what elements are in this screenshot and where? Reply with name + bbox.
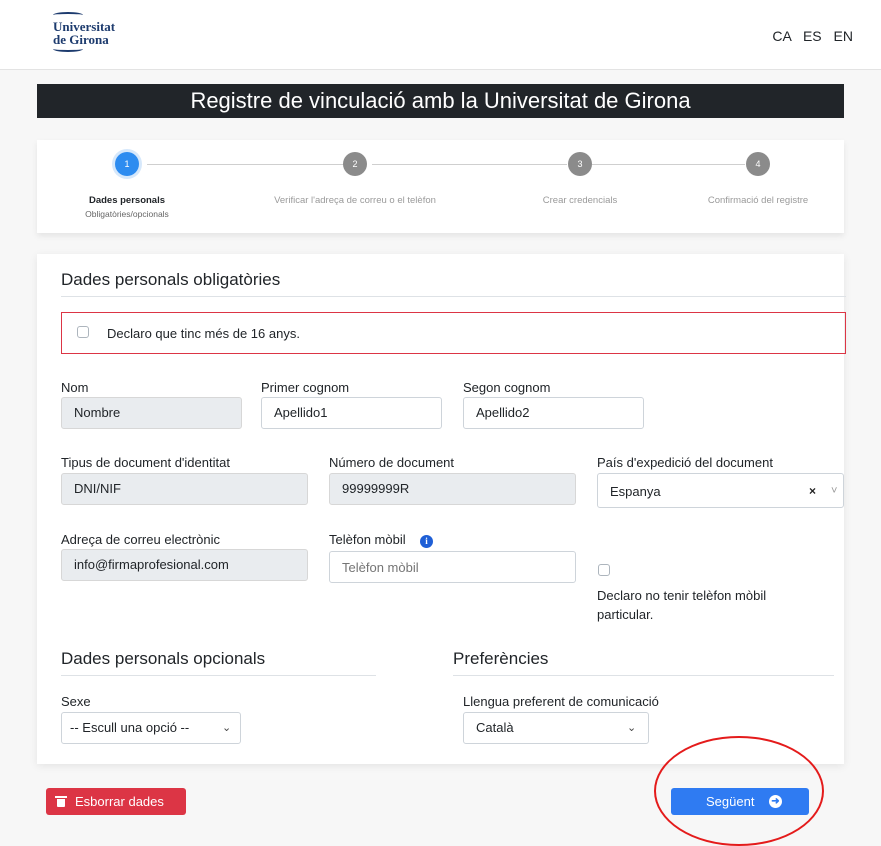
telefon-label: Telèfon mòbil <box>329 532 406 547</box>
preferences-section-title: Preferències <box>453 649 549 668</box>
numero-document-label: Número de document <box>329 455 455 470</box>
required-section-title: Dades personals obligatòries <box>61 270 281 289</box>
lang-en-link[interactable]: EN <box>834 28 853 44</box>
pais-expedicio-select[interactable]: Espanya × ˅ <box>597 473 844 508</box>
university-logo[interactable]: Universitat de Girona <box>53 12 133 62</box>
segon-cognom-input[interactable]: Apellido2 <box>463 397 644 429</box>
llengua-label: Llengua preferent de comunicació <box>463 694 659 709</box>
trash-icon <box>55 796 67 807</box>
info-icon[interactable]: i <box>420 535 433 548</box>
chevron-down-icon: ⌄ <box>222 722 232 734</box>
telefon-input[interactable] <box>329 551 576 583</box>
section-divider <box>453 675 834 676</box>
chevron-down-icon[interactable]: ˅ <box>831 474 837 509</box>
step-4-label: Confirmació del registre <box>707 195 809 206</box>
llengua-select[interactable]: Català ⌄ <box>463 712 649 744</box>
step-4-indicator: 4 <box>746 152 770 176</box>
logo-arc-top <box>53 12 83 18</box>
step-1-indicator: 1 <box>115 152 139 176</box>
step-2-label: Verificar l'adreça de correu o el telèfo… <box>274 195 436 206</box>
optional-section-title: Dades personals opcionals <box>61 649 266 668</box>
step-1-sublabel: Obligatòries/opcionals <box>85 209 169 219</box>
step-connector <box>147 164 347 165</box>
registration-form-card: Dades personals obligatòries Declaro que… <box>37 254 846 764</box>
no-phone-checkbox[interactable] <box>598 564 610 576</box>
segon-cognom-label: Segon cognom <box>463 380 551 395</box>
logo-arc-bottom <box>53 46 83 52</box>
email-field[interactable]: info@firmaprofesional.com <box>61 549 308 581</box>
chevron-down-icon: ⌄ <box>627 722 637 734</box>
arrow-right-circle-icon: ➜ <box>769 795 782 808</box>
top-bar: Universitat de Girona CA ES EN <box>0 0 881 70</box>
next-label: Següent <box>706 794 755 809</box>
lang-es-link[interactable]: ES <box>803 28 822 44</box>
section-divider <box>61 675 376 676</box>
lang-ca-link[interactable]: CA <box>772 28 791 44</box>
clear-selection-icon[interactable]: × <box>809 474 816 509</box>
age-declaration-box: Declaro que tinc més de 16 anys. <box>61 312 846 354</box>
pais-expedicio-value: Espanya <box>610 484 661 499</box>
language-switcher: CA ES EN <box>764 28 853 44</box>
page-title: Registre de vinculació amb la Universita… <box>37 84 844 118</box>
sexe-select[interactable]: -- Escull una opció -- ⌄ <box>61 712 241 744</box>
age-declaration-label: Declaro que tinc més de 16 anys. <box>107 326 300 341</box>
next-button[interactable]: Següent ➜ <box>671 788 809 815</box>
sexe-value: -- Escull una opció -- <box>70 720 190 735</box>
pais-expedicio-label: País d'expedició del document <box>597 455 773 470</box>
step-connector <box>592 164 745 165</box>
email-label: Adreça de correu electrònic <box>61 532 220 547</box>
step-connector <box>372 164 567 165</box>
llengua-value: Català <box>476 720 514 735</box>
nom-field[interactable]: Nombre <box>61 397 242 429</box>
delete-data-label: Esborrar dades <box>75 794 164 809</box>
tipus-document-label: Tipus de document d'identitat <box>61 455 230 470</box>
age-declaration-checkbox[interactable] <box>77 326 89 338</box>
step-1-label: Dades personals <box>88 195 166 206</box>
sexe-label: Sexe <box>61 694 91 709</box>
progress-stepper: 1 2 3 4 Dades personals Obligatòries/opc… <box>37 140 844 233</box>
primer-cognom-label: Primer cognom <box>261 380 350 395</box>
no-phone-label: Declaro no tenir telèfon mòbil particula… <box>597 588 767 622</box>
nom-label: Nom <box>61 380 89 395</box>
section-divider <box>61 296 846 297</box>
step-3-indicator: 3 <box>568 152 592 176</box>
numero-document-field[interactable]: 99999999R <box>329 473 576 505</box>
step-3-label: Crear credencials <box>542 195 618 206</box>
tipus-document-field[interactable]: DNI/NIF <box>61 473 308 505</box>
step-2-indicator: 2 <box>343 152 367 176</box>
primer-cognom-input[interactable]: Apellido1 <box>261 397 442 429</box>
logo-line-2: de Girona <box>53 32 109 47</box>
delete-data-button[interactable]: Esborrar dades <box>46 788 186 815</box>
